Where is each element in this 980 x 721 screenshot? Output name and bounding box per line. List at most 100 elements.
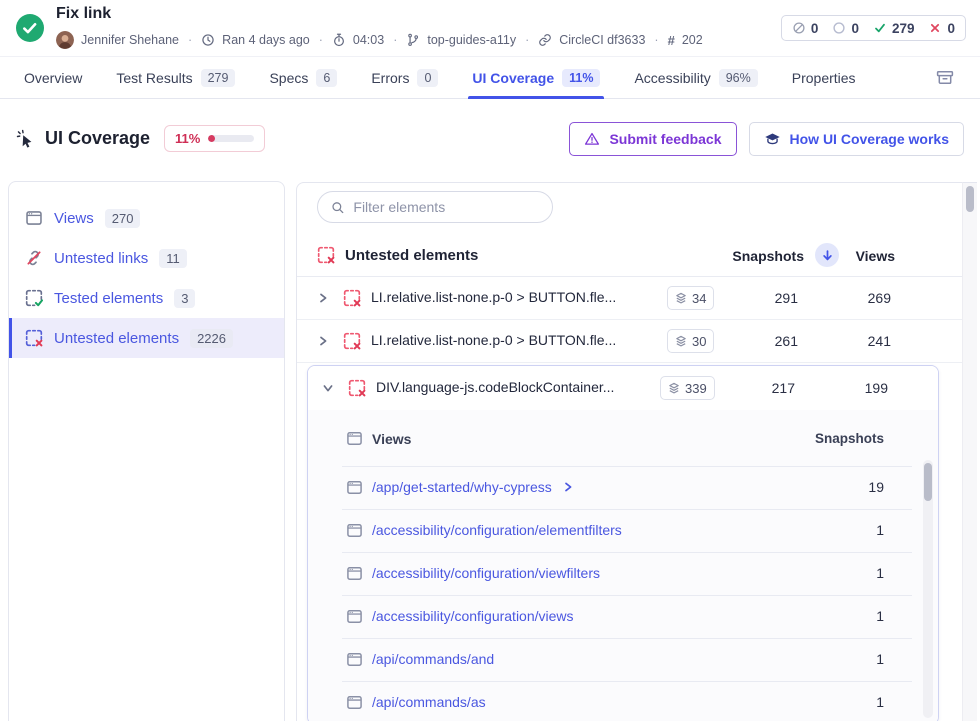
subpanel-header: Views Snapshots [308, 410, 938, 466]
sort-descending-icon[interactable] [815, 243, 839, 267]
separator-dot: · [523, 33, 531, 47]
passed-value: 279 [892, 21, 915, 36]
filter-elements-input[interactable] [353, 199, 539, 215]
view-row[interactable]: /accessibility/configuration/elementfilt… [308, 509, 938, 552]
element-selector: LI.relative.list-none.p-0 > BUTTON.fle..… [371, 289, 616, 305]
sidebar-item-views[interactable]: Views 270 [9, 198, 284, 238]
submit-feedback-button[interactable]: Submit feedback [569, 122, 736, 156]
column-header-snapshots[interactable]: Snapshots [732, 248, 804, 264]
view-path-link[interactable]: /accessibility/configuration/elementfilt… [372, 522, 622, 538]
git-branch-icon [406, 33, 420, 47]
archive-icon[interactable] [934, 67, 956, 89]
window-icon [346, 608, 363, 625]
tab-ui-coverage[interactable]: UI Coverage11% [472, 57, 600, 98]
separator-dot: · [391, 33, 399, 47]
tab-specs[interactable]: Specs6 [269, 57, 337, 98]
window-icon [346, 430, 363, 447]
skipped-count: 0 [792, 21, 819, 36]
panel-scrollbar[interactable] [962, 182, 977, 721]
run-passed-status-icon [16, 14, 44, 42]
tab-label: Errors [371, 70, 409, 86]
run-meta: Jennifer Shehane · Ran 4 days ago · 04:0… [56, 31, 703, 49]
broken-link-icon [25, 249, 43, 267]
view-row[interactable]: /app/get-started/why-cypress 19 [308, 466, 938, 509]
tab-badge: 279 [201, 69, 236, 87]
chevron-right-icon [562, 481, 574, 493]
element-views-subpanel: Views Snapshots /app/get-started/why-cyp… [308, 410, 938, 721]
tab-accessibility[interactable]: Accessibility96% [634, 57, 757, 98]
pending-value: 0 [851, 21, 859, 36]
views-value: 241 [827, 333, 891, 349]
filter-elements-search[interactable] [317, 191, 553, 223]
tab-badge: 11% [562, 69, 600, 87]
window-icon [346, 565, 363, 582]
untested-elements-panel: Untested elements Snapshots Views LI.rel… [296, 182, 962, 721]
view-snapshots-count: 1 [834, 565, 884, 581]
panel-scrollbar-thumb[interactable] [966, 186, 974, 212]
views-value: 269 [827, 290, 891, 306]
subpanel-scrollbar-thumb[interactable] [924, 463, 932, 501]
view-snapshots-count: 1 [834, 694, 884, 710]
untested-elements-table-header: Untested elements Snapshots Views [297, 234, 962, 277]
failed-value: 0 [947, 21, 955, 36]
tab-errors[interactable]: Errors0 [371, 57, 438, 98]
hash-icon: # [668, 33, 675, 48]
clock-icon [201, 33, 215, 47]
tab-overview[interactable]: Overview [24, 57, 82, 98]
view-path: /accessibility/configuration/views [372, 608, 574, 624]
graduation-cap-icon [764, 131, 781, 148]
chevron-right-icon[interactable] [317, 292, 329, 304]
selection-check-icon [25, 289, 43, 307]
skipped-value: 0 [811, 21, 819, 36]
view-path-link[interactable]: /accessibility/configuration/views [372, 608, 574, 624]
view-path-link[interactable]: /accessibility/configuration/viewfilters [372, 565, 600, 581]
selection-x-icon [25, 329, 43, 347]
sidebar-item-untested-elements[interactable]: Untested elements 2226 [9, 318, 284, 358]
run-time: Ran 4 days ago [222, 33, 310, 47]
view-row[interactable]: /accessibility/configuration/views 1 [308, 595, 938, 638]
table-row-expanded[interactable]: DIV.language-js.codeBlockContainer... 33… [308, 366, 938, 410]
table-row[interactable]: LI.relative.list-none.p-0 > BUTTON.fle..… [297, 277, 962, 320]
view-row[interactable]: /api/commands/and 1 [308, 638, 938, 681]
author-avatar [56, 31, 74, 49]
sidebar-item-count: 270 [105, 209, 141, 228]
table-row[interactable]: LI.relative.list-none.p-0 > BUTTON.fle..… [297, 320, 962, 363]
run-title: Fix link [56, 5, 111, 23]
sidebar-item-label: Untested elements [54, 330, 179, 347]
failed-icon [928, 21, 942, 35]
view-path: /api/commands/as [372, 694, 486, 710]
chevron-right-icon[interactable] [317, 335, 329, 347]
coverage-progress-fill [208, 135, 215, 142]
ci-provider[interactable]: CircleCI df3633 [559, 33, 645, 47]
pending-icon [832, 21, 846, 35]
view-row[interactable]: /accessibility/configuration/viewfilters… [308, 552, 938, 595]
chevron-down-icon[interactable] [322, 382, 334, 394]
link-icon [538, 33, 552, 47]
window-icon [25, 209, 43, 227]
layers-icon [668, 382, 680, 394]
view-row[interactable]: /api/commands/as 1 [308, 681, 938, 721]
tab-properties[interactable]: Properties [792, 57, 856, 98]
view-snapshots-count: 19 [834, 479, 884, 495]
view-path-link[interactable]: /api/commands/as [372, 694, 486, 710]
how-ui-coverage-works-button[interactable]: How UI Coverage works [749, 122, 965, 156]
snapshots-value: 291 [734, 290, 798, 306]
sidebar-item-untested-links[interactable]: Untested links 11 [9, 238, 284, 278]
branch-name[interactable]: top-guides-a11y [427, 33, 516, 47]
subpanel-scrollbar[interactable] [923, 460, 933, 718]
sidebar-item-tested-elements[interactable]: Tested elements 3 [9, 278, 284, 318]
passed-count: 279 [873, 21, 915, 36]
alert-triangle-icon [584, 131, 600, 147]
column-header-views[interactable]: Views [856, 248, 895, 264]
ui-coverage-section-header: UI Coverage 11% Submit feedback How UI C… [0, 99, 980, 181]
failed-count: 0 [928, 21, 955, 36]
view-path-link[interactable]: /api/commands/and [372, 651, 494, 667]
tab-test-results[interactable]: Test Results279 [116, 57, 235, 98]
subpanel-snapshots-header: Snapshots [815, 431, 884, 446]
snapshots-value: 261 [734, 333, 798, 349]
coverage-sidebar: Views 270 Untested links 11 Tested eleme… [8, 181, 285, 721]
element-count: 30 [692, 334, 706, 349]
element-count: 34 [692, 291, 706, 306]
run-results-summary: 0 0 279 0 [781, 15, 966, 41]
view-path-link[interactable]: /app/get-started/why-cypress [372, 479, 574, 495]
